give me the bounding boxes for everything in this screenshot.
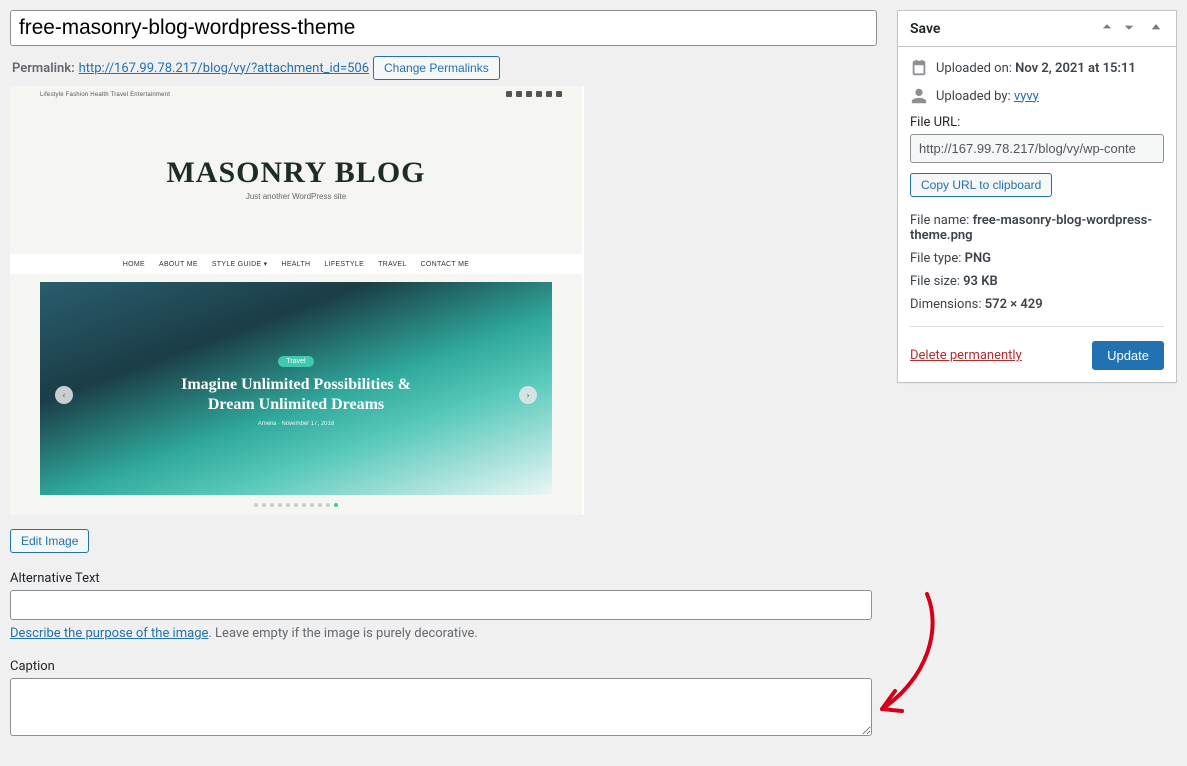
caption-input[interactable] (10, 678, 872, 736)
toggle-panel-button[interactable] (1148, 19, 1164, 39)
user-icon (910, 87, 928, 105)
preview-social-icons (506, 91, 562, 97)
move-down-button[interactable] (1120, 18, 1138, 40)
save-postbox-title: Save (910, 21, 940, 37)
preview-site-title: MASONRY BLOG (10, 156, 582, 190)
preview-hero: Travel Imagine Unlimited Possibilities &… (40, 282, 552, 495)
caption-label: Caption (10, 659, 877, 674)
alt-text-input[interactable] (10, 590, 872, 620)
preview-tags: Lifestyle Fashion Health Travel Entertai… (40, 92, 170, 98)
uploaded-by-text: Uploaded by: vyvy (936, 89, 1039, 104)
file-name-row: File name: free-masonry-blog-wordpress-t… (910, 213, 1164, 243)
uploaded-on-text: Uploaded on: Nov 2, 2021 at 15:11 (936, 61, 1136, 76)
update-button[interactable]: Update (1092, 341, 1164, 370)
permalink-row: Permalink: http://167.99.78.217/blog/vy/… (12, 56, 877, 80)
edit-image-button[interactable]: Edit Image (10, 529, 89, 553)
copy-url-button[interactable]: Copy URL to clipboard (910, 173, 1052, 197)
describe-image-link[interactable]: Describe the purpose of the image (10, 626, 208, 641)
dimensions-row: Dimensions: 572 × 429 (910, 297, 1164, 312)
permalink-link[interactable]: http://167.99.78.217/blog/vy/?attachment… (79, 61, 369, 76)
file-type-row: File type: PNG (910, 251, 1164, 266)
attachment-preview: Lifestyle Fashion Health Travel Entertai… (10, 86, 584, 515)
calendar-icon (910, 59, 928, 77)
preview-next-icon: › (519, 386, 537, 404)
preview-site-tagline: Just another WordPress site (10, 192, 582, 201)
title-input[interactable] (10, 10, 877, 46)
preview-prev-icon: ‹ (55, 386, 73, 404)
move-up-button[interactable] (1098, 18, 1116, 40)
uploader-link[interactable]: vyvy (1014, 89, 1039, 104)
delete-permanently-link[interactable]: Delete permanently (910, 348, 1022, 363)
preview-navbar: HOME ABOUT ME STYLE GUIDE ▾ HEALTH LIFES… (10, 254, 582, 274)
file-url-label: File URL: (910, 115, 1164, 130)
alt-text-helper: Describe the purpose of the image. Leave… (10, 626, 877, 641)
save-postbox: Save Uploaded on: Nov 2, 2021 at 15:11 U… (897, 10, 1177, 383)
alt-text-label: Alternative Text (10, 571, 877, 586)
file-size-row: File size: 93 KB (910, 274, 1164, 289)
preview-dots (10, 503, 582, 507)
file-url-input[interactable] (910, 134, 1164, 163)
permalink-label: Permalink: (12, 61, 75, 76)
change-permalinks-button[interactable]: Change Permalinks (373, 56, 500, 80)
